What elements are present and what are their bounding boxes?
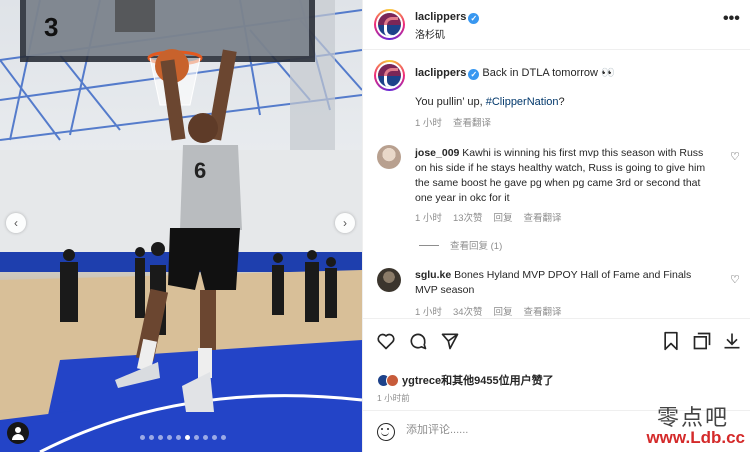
comment-avatar[interactable] [377, 268, 401, 292]
comment-translate-link[interactable]: 查看翻译 [524, 307, 562, 318]
comment-input[interactable] [406, 424, 606, 436]
comment-likes-count[interactable]: 34次赞 [453, 307, 483, 318]
comment-body: sglu.ke Bones Hyland MVP DPOY Hall of Fa… [415, 268, 715, 298]
view-replies-text: 查看回复 (1) [450, 241, 503, 252]
comment-username-link[interactable]: sglu.ke [415, 269, 451, 281]
caption-first-line: laclippers ✓ Back in DTLA tomorrow 👀 [415, 66, 615, 80]
caption-author-avatar[interactable] [374, 60, 405, 91]
comment-username-link[interactable]: jose_009 [415, 147, 459, 159]
more-options-icon[interactable]: ••• [723, 10, 740, 28]
carousel-dot [212, 435, 217, 440]
view-replies-link[interactable]: 查看回复 (1) [419, 238, 502, 252]
comment-meta: 1 小时 34次赞 回复 查看翻译 [415, 304, 573, 318]
user-tag-button[interactable] [7, 422, 29, 444]
carousel-dot [149, 435, 154, 440]
verified-badge-icon: ✓ [468, 13, 480, 24]
post-timestamp: 1 小时前 [377, 393, 410, 403]
carousel-dot [221, 435, 226, 440]
action-bar [363, 318, 750, 370]
comment-time: 1 小时 [415, 307, 442, 318]
comment-reply-link[interactable]: 回复 [494, 213, 513, 224]
liker-avatar [386, 373, 399, 387]
watermark-url: www.Ldb.cc [646, 428, 745, 447]
caption-line2-suffix: ? [558, 96, 565, 108]
comment-avatar[interactable] [377, 145, 401, 169]
caption-translate-link[interactable]: 查看翻译 [453, 118, 491, 129]
comment-icon[interactable] [408, 331, 428, 351]
caption-line2-prefix: You pullin’ up, [415, 96, 486, 108]
carousel-dot [176, 435, 181, 440]
comment-time: 1 小时 [415, 213, 442, 224]
comment-text: Kawhi is winning his first mvp this seas… [415, 147, 706, 204]
verified-badge-icon: ✓ [468, 69, 480, 80]
author-username-link[interactable]: laclippers [415, 11, 466, 23]
comment-translate-link[interactable]: 查看翻译 [524, 213, 562, 224]
hashtag-link[interactable]: #ClipperNation [486, 96, 559, 108]
author-avatar[interactable] [374, 9, 405, 40]
carousel-indicator [140, 435, 226, 440]
comment-reply-link[interactable]: 回复 [494, 307, 513, 318]
carousel-dot [140, 435, 145, 440]
clippers-logo [378, 64, 401, 87]
svg-text:6: 6 [194, 158, 206, 183]
expand-icon[interactable] [692, 331, 712, 351]
svg-text:3: 3 [44, 12, 58, 42]
comment-text: Bones Hyland MVP DPOY Hall of Fame and F… [415, 269, 692, 296]
post-photo[interactable]: 3 6 ‹ › [0, 0, 362, 452]
comment-likes-count[interactable]: 13次赞 [453, 213, 483, 224]
bookmark-icon[interactable] [662, 331, 680, 351]
site-watermark: 零点吧 www.Ldb.cc [619, 398, 750, 452]
chevron-right-icon: › [343, 216, 347, 230]
comment-like-heart-icon[interactable]: ♡ [730, 273, 740, 286]
photo-next-button[interactable]: › [335, 213, 355, 233]
photo-scene: 3 6 [0, 0, 362, 452]
comment-meta: 1 小时 13次赞 回复 查看翻译 [415, 210, 573, 224]
likes-text: ygtrece和其他9455位用户赞了 [402, 375, 554, 387]
carousel-dot [194, 435, 199, 440]
caption-meta: 1 小时 查看翻译 [415, 115, 502, 129]
carousel-dot [185, 435, 190, 440]
carousel-dot [203, 435, 208, 440]
post-details-panel: laclippers ✓ 洛杉矶 ••• laclippers ✓ Back in … [362, 0, 750, 452]
post-location[interactable]: 洛杉矶 [415, 26, 445, 41]
clippers-logo [378, 13, 401, 36]
comment-body: jose_009 Kawhi is winning his first mvp … [415, 146, 715, 206]
emoji-icon[interactable] [377, 423, 395, 441]
author-name: laclippers ✓ [415, 11, 480, 24]
heart-icon[interactable] [376, 331, 396, 351]
carousel-dot [167, 435, 172, 440]
photo-prev-button[interactable]: ‹ [6, 213, 26, 233]
send-icon[interactable] [440, 331, 460, 351]
download-icon[interactable] [722, 331, 742, 351]
comment-like-heart-icon[interactable]: ♡ [730, 150, 740, 163]
carousel-dot [158, 435, 163, 440]
caption-text: Back in DTLA tomorrow 👀 [482, 67, 615, 79]
caption-second-line: You pullin’ up, #ClipperNation? [415, 96, 565, 108]
caption-username-link[interactable]: laclippers [415, 67, 466, 79]
replies-divider [419, 245, 439, 246]
likes-summary[interactable]: ygtrece和其他9455位用户赞了 [377, 372, 554, 388]
caption-time: 1 小时 [415, 118, 442, 129]
post-header: laclippers ✓ 洛杉矶 ••• [363, 0, 750, 50]
chevron-left-icon: ‹ [14, 216, 18, 230]
